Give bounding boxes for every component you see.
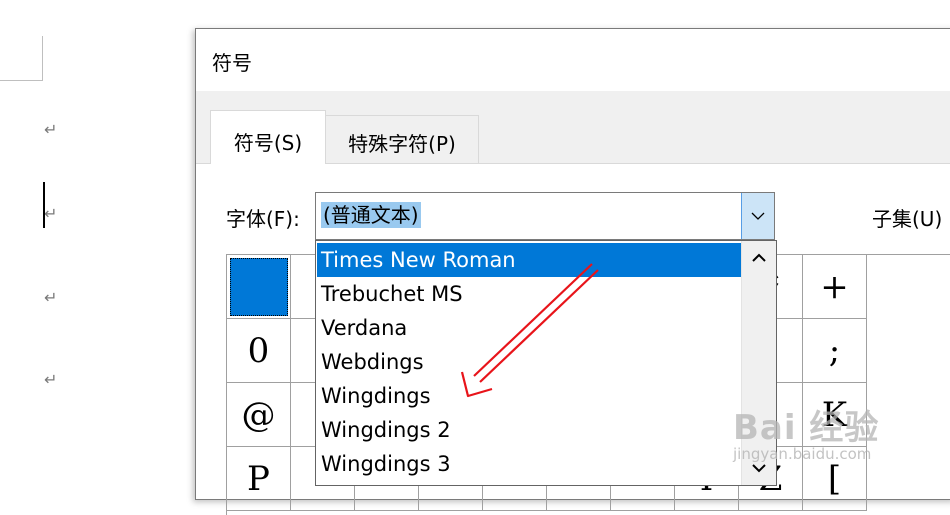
scroll-up-button[interactable]: [742, 243, 776, 273]
chevron-up-icon: [752, 253, 766, 262]
font-option[interactable]: Verdana: [317, 311, 741, 345]
font-option[interactable]: Wingdings 3: [317, 447, 741, 481]
font-option[interactable]: Webdings: [317, 345, 741, 379]
watermark-url: jingyan.baidu.com: [733, 445, 872, 463]
tab-special-characters[interactable]: 特殊字符(P): [326, 115, 479, 163]
paragraph-mark: ↵: [44, 370, 58, 389]
page-margin-corner: [0, 36, 43, 81]
text-cursor: [43, 182, 45, 228]
font-select[interactable]: (普通文本): [315, 192, 775, 240]
chevron-down-icon: [752, 464, 766, 473]
font-label: 字体(F):: [226, 207, 300, 231]
dialog-titlebar[interactable]: 符号: [196, 29, 950, 91]
font-option[interactable]: Trebuchet MS: [317, 277, 741, 311]
font-select-value: (普通文本): [321, 202, 421, 228]
subset-label: 子集(U): [872, 207, 943, 231]
symbol-cell[interactable]: [227, 255, 291, 319]
dialog-title: 符号: [212, 51, 252, 75]
tab-symbols[interactable]: 符号(S): [210, 110, 326, 164]
font-dropdown-list[interactable]: Times New Roman Trebuchet MS Verdana Webdin…: [315, 240, 777, 486]
font-option[interactable]: Times New Roman: [317, 243, 741, 277]
paragraph-mark: ↵: [44, 120, 58, 139]
symbol-cell[interactable]: +: [803, 255, 867, 319]
chevron-down-icon: [751, 212, 765, 220]
paragraph-mark: ↵: [44, 288, 58, 307]
symbol-cell[interactable]: P: [227, 447, 291, 511]
symbol-cell[interactable]: @: [227, 383, 291, 447]
symbol-cell[interactable]: ;: [803, 319, 867, 383]
symbol-cell[interactable]: 0: [227, 319, 291, 383]
watermark-logo: Bai 经验: [733, 408, 880, 448]
selected-symbol-highlight: [229, 257, 288, 316]
dropdown-arrow-button[interactable]: [741, 193, 774, 239]
paragraph-mark: ↵: [44, 204, 58, 223]
font-option[interactable]: Wingdings: [317, 379, 741, 413]
font-option[interactable]: Wingdings 2: [317, 413, 741, 447]
